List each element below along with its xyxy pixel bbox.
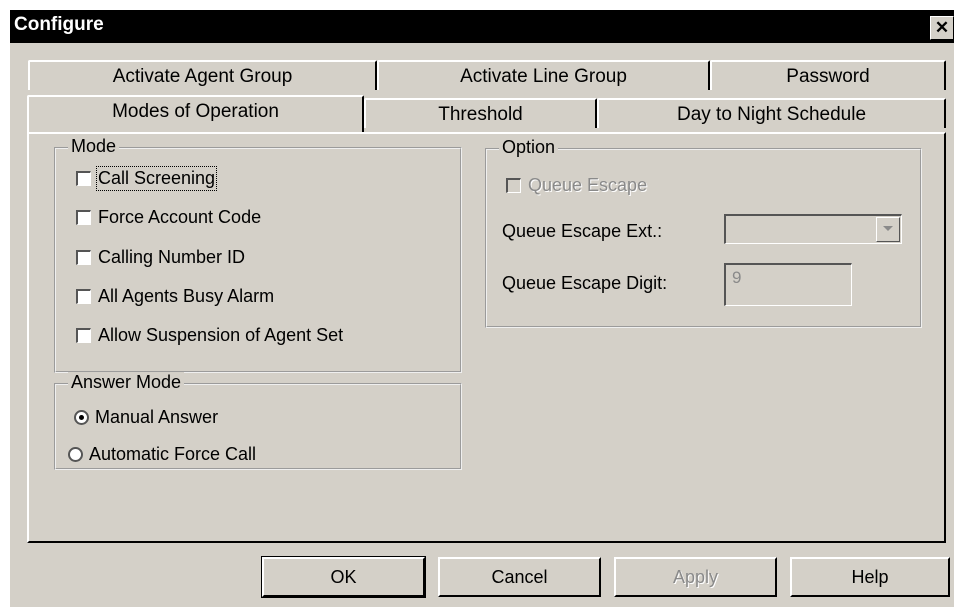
checkbox-box[interactable] <box>76 250 91 265</box>
queue-escape-digit-label: Queue Escape Digit: <box>502 273 668 293</box>
checkbox-box[interactable] <box>76 171 91 186</box>
close-button[interactable]: ✕ <box>930 16 954 40</box>
radio-button[interactable] <box>74 410 89 425</box>
checkbox-label: Queue Escape <box>528 175 648 195</box>
queue-escape-ext-select <box>724 214 902 244</box>
field-value: 9 <box>732 268 742 287</box>
tab-label: Day to Night Schedule <box>676 104 867 125</box>
tab-threshold[interactable]: Threshold <box>364 98 597 128</box>
allow-suspension-checkbox[interactable]: Allow Suspension of Agent Set <box>76 325 343 346</box>
dropdown-button <box>876 217 900 242</box>
call-screening-checkbox[interactable]: Call Screening <box>76 166 218 191</box>
checkbox-label: Allow Suspension of Agent Set <box>98 325 344 345</box>
radio-label: Automatic Force Call <box>89 444 257 464</box>
radio-button[interactable] <box>68 447 83 462</box>
chevron-down-icon <box>883 226 893 231</box>
option-legend: Option <box>499 137 559 158</box>
help-button[interactable]: Help <box>790 557 950 597</box>
tab-activate-agent-group[interactable]: Activate Agent Group <box>28 60 377 90</box>
tab-label: Modes of Operation <box>112 101 279 122</box>
checkbox-box[interactable] <box>76 328 91 343</box>
radio-dot <box>79 415 84 420</box>
button-label: Apply <box>672 567 719 587</box>
radio-label: Manual Answer <box>95 407 219 427</box>
checkbox-label: Force Account Code <box>98 207 262 227</box>
tab-label: Activate Agent Group <box>112 66 293 87</box>
window-title: Configure <box>14 14 104 35</box>
all-agents-busy-alarm-checkbox[interactable]: All Agents Busy Alarm <box>76 286 274 307</box>
button-label: Help <box>851 567 889 587</box>
checkbox-label: All Agents Busy Alarm <box>98 286 275 306</box>
checkbox-label: Call Screening <box>95 166 218 191</box>
checkbox-box[interactable] <box>76 210 91 225</box>
configure-dialog: Configure ✕ Activate Agent Group Activat… <box>10 10 954 607</box>
mode-legend: Mode <box>68 136 120 157</box>
button-label: OK <box>330 567 357 587</box>
tab-label: Threshold <box>438 104 523 125</box>
queue-escape-checkbox: Queue Escape <box>506 175 647 196</box>
calling-number-id-checkbox[interactable]: Calling Number ID <box>76 247 245 268</box>
button-label: Cancel <box>491 567 548 587</box>
cancel-button[interactable]: Cancel <box>438 557 601 597</box>
automatic-force-call-radio[interactable]: Automatic Force Call <box>68 444 256 465</box>
close-icon: ✕ <box>934 18 950 37</box>
tab-activate-line-group[interactable]: Activate Line Group <box>377 60 710 90</box>
force-account-code-checkbox[interactable]: Force Account Code <box>76 207 261 228</box>
checkbox-box <box>506 178 521 193</box>
tab-day-to-night-schedule[interactable]: Day to Night Schedule <box>597 98 946 128</box>
tab-password[interactable]: Password <box>710 60 946 90</box>
tab-modes-of-operation[interactable]: Modes of Operation <box>27 95 364 132</box>
tab-label: Password <box>786 66 870 87</box>
apply-button: Apply <box>614 557 777 597</box>
title-bar[interactable]: Configure ✕ <box>10 10 954 43</box>
tab-label: Activate Line Group <box>460 66 627 87</box>
checkbox-label: Calling Number ID <box>98 247 246 267</box>
queue-escape-ext-label: Queue Escape Ext.: <box>502 221 663 241</box>
manual-answer-radio[interactable]: Manual Answer <box>74 407 218 428</box>
queue-escape-digit-field: 9 <box>724 263 852 306</box>
checkbox-box[interactable] <box>76 289 91 304</box>
ok-button[interactable]: OK <box>261 556 426 598</box>
answer-mode-legend: Answer Mode <box>68 372 185 393</box>
